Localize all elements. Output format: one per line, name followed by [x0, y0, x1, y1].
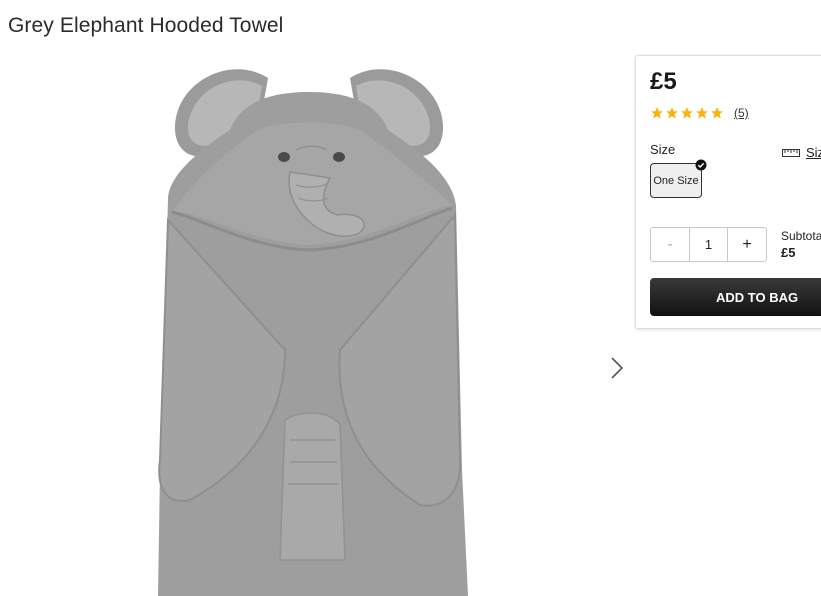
star-rating: [650, 106, 724, 120]
review-count-link[interactable]: (5): [734, 106, 749, 120]
product-image: [158, 69, 468, 596]
size-guide-label: Size: [806, 145, 821, 160]
size-option-one-size[interactable]: One Size: [650, 159, 707, 198]
quantity-input[interactable]: [690, 228, 727, 261]
quantity-stepper: - +: [650, 227, 767, 262]
purchase-panel: £5 (5) Size Size One Size - + Subtotal £…: [635, 55, 821, 329]
star-icon: [711, 107, 723, 119]
towel-body: [158, 92, 468, 596]
price: £5: [650, 68, 677, 95]
star-icon: [666, 107, 678, 119]
subtotal-label: Subtotal: [781, 229, 821, 243]
next-image-button[interactable]: [606, 354, 628, 382]
star-icon: [696, 107, 708, 119]
ruler-icon: [782, 148, 800, 157]
size-option-label: One Size: [653, 174, 699, 187]
star-icon: [651, 107, 663, 119]
chevron-right-icon: [611, 357, 624, 379]
size-guide-link[interactable]: Size: [782, 145, 821, 160]
check-circle-icon: [695, 159, 707, 171]
product-title: Grey Elephant Hooded Towel: [8, 14, 284, 37]
increase-quantity-button[interactable]: +: [727, 228, 766, 261]
subtotal-value: £5: [781, 245, 796, 260]
decrease-quantity-button[interactable]: -: [651, 228, 690, 261]
star-icon: [681, 107, 693, 119]
size-label: Size: [650, 142, 676, 157]
add-to-bag-button[interactable]: ADD TO BAG: [650, 278, 821, 316]
